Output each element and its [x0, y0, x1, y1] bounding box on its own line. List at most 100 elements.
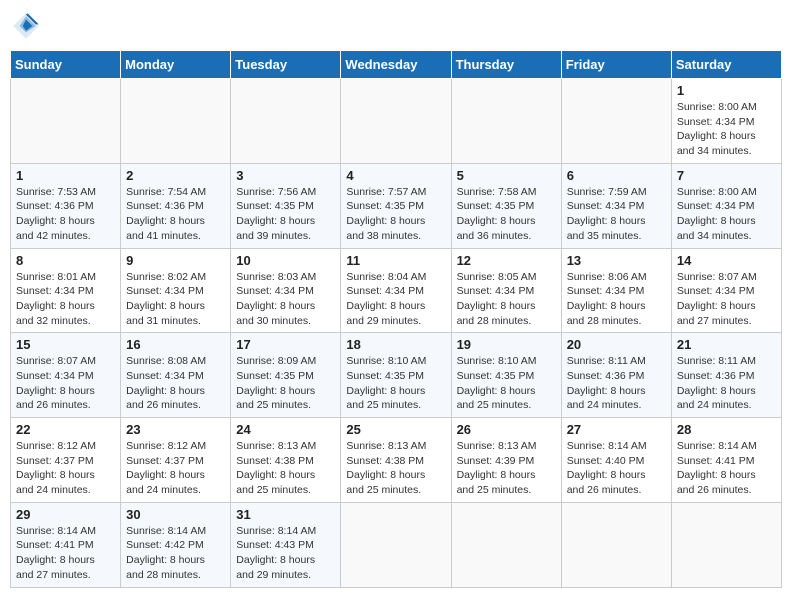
day-info: Sunrise: 8:06 AM Sunset: 4:34 PM Dayligh…	[567, 270, 666, 329]
day-number: 27	[567, 422, 666, 437]
calendar-cell: 21 Sunrise: 8:11 AM Sunset: 4:36 PM Dayl…	[671, 333, 781, 418]
day-number: 6	[567, 168, 666, 183]
header-tuesday: Tuesday	[231, 51, 341, 79]
header-friday: Friday	[561, 51, 671, 79]
calendar-cell: 16 Sunrise: 8:08 AM Sunset: 4:34 PM Dayl…	[121, 333, 231, 418]
calendar-cell: 3 Sunrise: 7:56 AM Sunset: 4:35 PM Dayli…	[231, 163, 341, 248]
header-sunday: Sunday	[11, 51, 121, 79]
header-saturday: Saturday	[671, 51, 781, 79]
calendar-cell: 20 Sunrise: 8:11 AM Sunset: 4:36 PM Dayl…	[561, 333, 671, 418]
day-number: 26	[457, 422, 556, 437]
calendar-cell: 19 Sunrise: 8:10 AM Sunset: 4:35 PM Dayl…	[451, 333, 561, 418]
calendar-cell: 23 Sunrise: 8:12 AM Sunset: 4:37 PM Dayl…	[121, 418, 231, 503]
day-number: 7	[677, 168, 776, 183]
day-number: 24	[236, 422, 335, 437]
calendar-cell	[231, 79, 341, 164]
calendar-cell: 2 Sunrise: 7:54 AM Sunset: 4:36 PM Dayli…	[121, 163, 231, 248]
calendar-cell: 1 Sunrise: 7:53 AM Sunset: 4:36 PM Dayli…	[11, 163, 121, 248]
day-info: Sunrise: 8:10 AM Sunset: 4:35 PM Dayligh…	[346, 354, 445, 413]
day-number: 20	[567, 337, 666, 352]
day-info: Sunrise: 8:11 AM Sunset: 4:36 PM Dayligh…	[567, 354, 666, 413]
day-number: 12	[457, 253, 556, 268]
calendar-cell: 9 Sunrise: 8:02 AM Sunset: 4:34 PM Dayli…	[121, 248, 231, 333]
day-number: 30	[126, 507, 225, 522]
day-number: 19	[457, 337, 556, 352]
calendar-cell	[561, 502, 671, 587]
day-number: 2	[126, 168, 225, 183]
calendar-cell: 1 Sunrise: 8:00 AM Sunset: 4:34 PM Dayli…	[671, 79, 781, 164]
calendar-cell	[561, 79, 671, 164]
week-row-1: 1 Sunrise: 7:53 AM Sunset: 4:36 PM Dayli…	[11, 163, 782, 248]
day-number: 11	[346, 253, 445, 268]
day-info: Sunrise: 8:09 AM Sunset: 4:35 PM Dayligh…	[236, 354, 335, 413]
day-info: Sunrise: 8:12 AM Sunset: 4:37 PM Dayligh…	[16, 439, 115, 498]
day-info: Sunrise: 8:14 AM Sunset: 4:41 PM Dayligh…	[677, 439, 776, 498]
day-info: Sunrise: 8:13 AM Sunset: 4:38 PM Dayligh…	[236, 439, 335, 498]
calendar-cell	[451, 502, 561, 587]
day-info: Sunrise: 8:08 AM Sunset: 4:34 PM Dayligh…	[126, 354, 225, 413]
day-info: Sunrise: 8:14 AM Sunset: 4:43 PM Dayligh…	[236, 524, 335, 583]
day-number: 8	[16, 253, 115, 268]
day-info: Sunrise: 7:53 AM Sunset: 4:36 PM Dayligh…	[16, 185, 115, 244]
calendar-cell: 11 Sunrise: 8:04 AM Sunset: 4:34 PM Dayl…	[341, 248, 451, 333]
day-info: Sunrise: 8:10 AM Sunset: 4:35 PM Dayligh…	[457, 354, 556, 413]
day-info: Sunrise: 7:59 AM Sunset: 4:34 PM Dayligh…	[567, 185, 666, 244]
day-info: Sunrise: 8:05 AM Sunset: 4:34 PM Dayligh…	[457, 270, 556, 329]
calendar-cell	[671, 502, 781, 587]
calendar-cell: 14 Sunrise: 8:07 AM Sunset: 4:34 PM Dayl…	[671, 248, 781, 333]
header-thursday: Thursday	[451, 51, 561, 79]
day-number: 15	[16, 337, 115, 352]
calendar-cell: 7 Sunrise: 8:00 AM Sunset: 4:34 PM Dayli…	[671, 163, 781, 248]
day-info: Sunrise: 8:14 AM Sunset: 4:42 PM Dayligh…	[126, 524, 225, 583]
day-info: Sunrise: 8:13 AM Sunset: 4:38 PM Dayligh…	[346, 439, 445, 498]
calendar-cell: 17 Sunrise: 8:09 AM Sunset: 4:35 PM Dayl…	[231, 333, 341, 418]
calendar-cell: 8 Sunrise: 8:01 AM Sunset: 4:34 PM Dayli…	[11, 248, 121, 333]
day-info: Sunrise: 7:58 AM Sunset: 4:35 PM Dayligh…	[457, 185, 556, 244]
week-row-4: 22 Sunrise: 8:12 AM Sunset: 4:37 PM Dayl…	[11, 418, 782, 503]
calendar-table: SundayMondayTuesdayWednesdayThursdayFrid…	[10, 50, 782, 588]
calendar-cell	[451, 79, 561, 164]
day-number: 1	[677, 83, 776, 98]
week-row-0: 1 Sunrise: 8:00 AM Sunset: 4:34 PM Dayli…	[11, 79, 782, 164]
day-number: 3	[236, 168, 335, 183]
day-number: 9	[126, 253, 225, 268]
day-number: 29	[16, 507, 115, 522]
logo	[10, 10, 46, 42]
calendar-cell: 6 Sunrise: 7:59 AM Sunset: 4:34 PM Dayli…	[561, 163, 671, 248]
day-number: 10	[236, 253, 335, 268]
calendar-cell: 12 Sunrise: 8:05 AM Sunset: 4:34 PM Dayl…	[451, 248, 561, 333]
header-monday: Monday	[121, 51, 231, 79]
calendar-cell: 5 Sunrise: 7:58 AM Sunset: 4:35 PM Dayli…	[451, 163, 561, 248]
day-info: Sunrise: 8:11 AM Sunset: 4:36 PM Dayligh…	[677, 354, 776, 413]
header-wednesday: Wednesday	[341, 51, 451, 79]
day-info: Sunrise: 8:12 AM Sunset: 4:37 PM Dayligh…	[126, 439, 225, 498]
calendar-cell: 29 Sunrise: 8:14 AM Sunset: 4:41 PM Dayl…	[11, 502, 121, 587]
calendar-cell: 15 Sunrise: 8:07 AM Sunset: 4:34 PM Dayl…	[11, 333, 121, 418]
week-row-2: 8 Sunrise: 8:01 AM Sunset: 4:34 PM Dayli…	[11, 248, 782, 333]
calendar-cell: 22 Sunrise: 8:12 AM Sunset: 4:37 PM Dayl…	[11, 418, 121, 503]
day-info: Sunrise: 8:02 AM Sunset: 4:34 PM Dayligh…	[126, 270, 225, 329]
calendar-cell: 26 Sunrise: 8:13 AM Sunset: 4:39 PM Dayl…	[451, 418, 561, 503]
day-info: Sunrise: 8:13 AM Sunset: 4:39 PM Dayligh…	[457, 439, 556, 498]
calendar-cell	[341, 502, 451, 587]
day-number: 22	[16, 422, 115, 437]
day-number: 31	[236, 507, 335, 522]
day-number: 13	[567, 253, 666, 268]
calendar-cell: 13 Sunrise: 8:06 AM Sunset: 4:34 PM Dayl…	[561, 248, 671, 333]
day-number: 4	[346, 168, 445, 183]
day-info: Sunrise: 8:07 AM Sunset: 4:34 PM Dayligh…	[677, 270, 776, 329]
calendar-cell: 31 Sunrise: 8:14 AM Sunset: 4:43 PM Dayl…	[231, 502, 341, 587]
day-number: 28	[677, 422, 776, 437]
day-info: Sunrise: 8:03 AM Sunset: 4:34 PM Dayligh…	[236, 270, 335, 329]
day-info: Sunrise: 7:54 AM Sunset: 4:36 PM Dayligh…	[126, 185, 225, 244]
page-header	[10, 10, 782, 42]
day-info: Sunrise: 8:00 AM Sunset: 4:34 PM Dayligh…	[677, 100, 776, 159]
calendar-header-row: SundayMondayTuesdayWednesdayThursdayFrid…	[11, 51, 782, 79]
calendar-cell: 24 Sunrise: 8:13 AM Sunset: 4:38 PM Dayl…	[231, 418, 341, 503]
calendar-cell: 30 Sunrise: 8:14 AM Sunset: 4:42 PM Dayl…	[121, 502, 231, 587]
logo-icon	[10, 10, 42, 42]
day-number: 1	[16, 168, 115, 183]
day-number: 25	[346, 422, 445, 437]
day-info: Sunrise: 8:07 AM Sunset: 4:34 PM Dayligh…	[16, 354, 115, 413]
calendar-cell: 10 Sunrise: 8:03 AM Sunset: 4:34 PM Dayl…	[231, 248, 341, 333]
